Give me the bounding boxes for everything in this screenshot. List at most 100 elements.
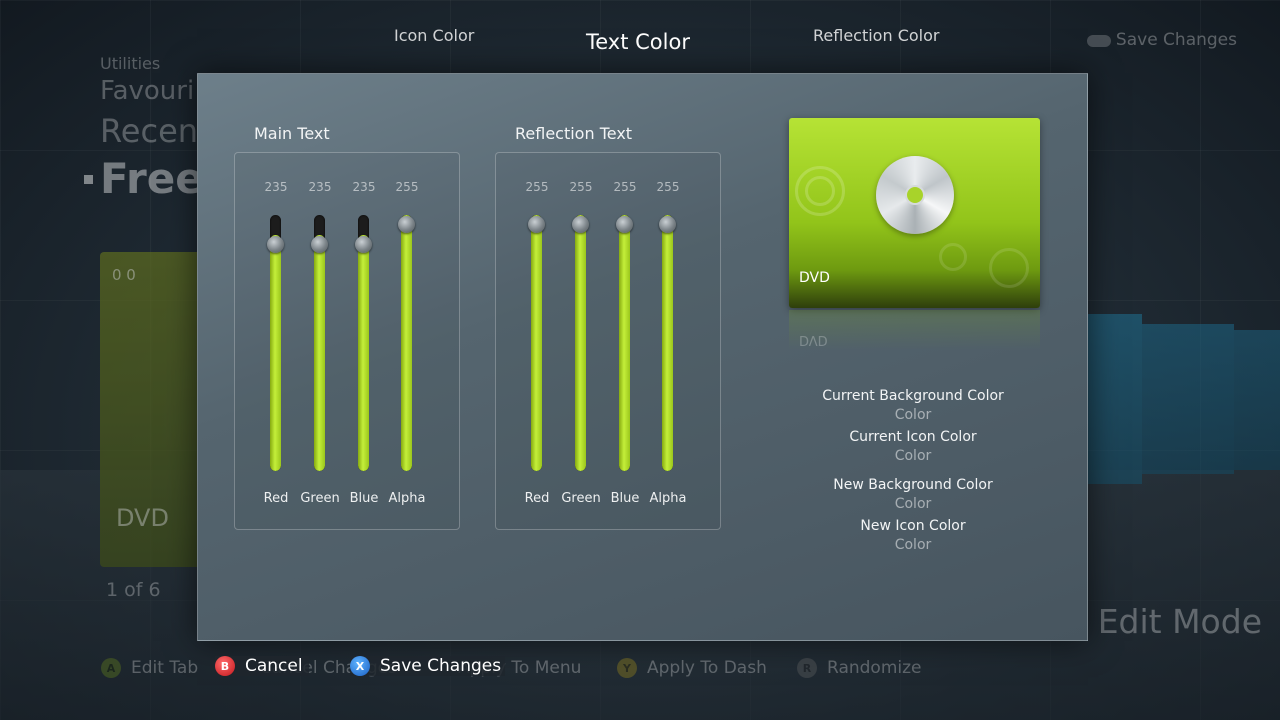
- edit-tab-label: Edit Tab: [131, 658, 199, 678]
- slider-track[interactable]: [358, 215, 369, 471]
- decoration-circle: [939, 243, 967, 271]
- bg-edit-tab-hint: A Edit Tab: [101, 658, 198, 678]
- bg-tile-right: [1080, 314, 1142, 484]
- main-text-title: Main Text: [254, 124, 330, 143]
- bg-menu-free: Free: [100, 154, 204, 203]
- slider-red[interactable]: 255 Red: [517, 153, 557, 529]
- bg-tile-right: [1234, 330, 1280, 470]
- bg-apply-dash-hint: Y Apply To Dash: [617, 658, 767, 678]
- slider-value: 235: [264, 180, 288, 194]
- slider-handle[interactable]: [616, 216, 633, 233]
- text-color-dialog: Main Text 235 Red 235 Green 235 Blue 255 Alpha …: [197, 73, 1088, 641]
- reflection-text-sliders: 255 Red 255 Green 255 Blue 255 Alpha: [495, 152, 721, 530]
- current-icon-color: Current Icon Color Color: [793, 429, 1033, 464]
- a-button-icon: A: [101, 658, 121, 678]
- x-button-icon: X: [350, 656, 370, 676]
- slider-green[interactable]: 235 Green: [300, 153, 340, 529]
- slider-track[interactable]: [662, 215, 673, 471]
- bg-randomize-hint: R Randomize: [797, 658, 922, 678]
- tab-reflection-color[interactable]: Reflection Color: [813, 26, 939, 45]
- slider-value: 255: [395, 180, 419, 194]
- slider-value: 255: [569, 180, 593, 194]
- current-background-color: Current Background Color Color: [793, 388, 1033, 423]
- slider-alpha[interactable]: 255 Alpha: [387, 153, 427, 529]
- slider-fill: [358, 235, 369, 471]
- slider-fill: [531, 215, 542, 471]
- slider-handle[interactable]: [267, 236, 284, 254]
- b-button-icon: B: [215, 656, 235, 676]
- bg-menu-utilities: Utilities: [100, 54, 161, 73]
- bg-tile-top-text: 0 0: [112, 266, 136, 284]
- main-text-sliders: 235 Red 235 Green 235 Blue 255 Alpha: [234, 152, 460, 530]
- slider-track[interactable]: [314, 215, 325, 471]
- bg-menu-bullet: [84, 175, 93, 184]
- slider-handle[interactable]: [659, 216, 676, 233]
- slider-value: 255: [525, 180, 549, 194]
- bg-tile-count: 1 of 6: [106, 579, 161, 601]
- slider-fill: [619, 215, 630, 471]
- tab-icon-color[interactable]: Icon Color: [394, 26, 474, 45]
- rb-button-icon: R: [797, 658, 817, 678]
- slider-handle[interactable]: [311, 236, 328, 254]
- current-icon-label: Current Icon Color: [849, 429, 977, 445]
- new-icon-value: Color: [894, 537, 932, 553]
- slider-fill: [314, 235, 325, 471]
- slider-green[interactable]: 255 Green: [561, 153, 601, 529]
- slider-fill: [662, 215, 673, 471]
- y-button-icon: Y: [617, 658, 637, 678]
- current-background-label: Current Background Color: [822, 388, 1004, 404]
- save-changes-button[interactable]: X Save Changes: [350, 656, 506, 676]
- new-icon-label: New Icon Color: [860, 518, 966, 534]
- disc-icon: [876, 156, 954, 234]
- save-changes-label: Save Changes: [380, 656, 502, 676]
- decoration-circle: [989, 248, 1029, 288]
- slider-handle[interactable]: [572, 216, 589, 233]
- new-icon-color: New Icon Color Color: [793, 518, 1033, 553]
- slider-track[interactable]: [575, 215, 586, 471]
- new-background-color: New Background Color Color: [793, 477, 1033, 512]
- preview-tile: DVD: [789, 118, 1040, 308]
- bg-save-changes-label: Save Changes: [1115, 30, 1237, 50]
- slider-handle[interactable]: [528, 216, 545, 233]
- tab-text-color[interactable]: Text Color: [586, 30, 690, 54]
- decoration-circle: [805, 176, 835, 206]
- reflection-text-title: Reflection Text: [515, 124, 633, 143]
- slider-track[interactable]: [401, 215, 412, 471]
- preview-title: DVD: [799, 270, 830, 286]
- slider-track[interactable]: [270, 215, 281, 471]
- new-background-label: New Background Color: [833, 477, 993, 493]
- new-background-value: Color: [894, 496, 932, 512]
- apply-dash-label: Apply To Dash: [647, 658, 767, 678]
- slider-value: 255: [656, 180, 680, 194]
- slider-red[interactable]: 235 Red: [256, 153, 296, 529]
- preview-reflection: DVD: [789, 310, 1040, 350]
- randomize-label: Randomize: [827, 658, 922, 678]
- bg-tile-right: [1142, 324, 1234, 474]
- current-background-value: Color: [894, 407, 932, 423]
- bg-menu-recent: Recen: [100, 112, 199, 150]
- bg-edit-mode-label: Edit Mode: [1097, 602, 1262, 641]
- slider-handle[interactable]: [355, 236, 372, 254]
- slider-label: Alpha: [388, 491, 426, 506]
- slider-fill: [401, 215, 412, 471]
- slider-handle[interactable]: [398, 216, 415, 233]
- slider-value: 255: [613, 180, 637, 194]
- disc-hole: [905, 185, 925, 205]
- bg-back-button-icon: [1087, 35, 1111, 47]
- slider-blue[interactable]: 255 Blue: [605, 153, 645, 529]
- preview-reflection-text: DVD: [799, 332, 828, 347]
- current-icon-value: Color: [894, 448, 932, 464]
- cancel-button[interactable]: B Cancel: [215, 656, 309, 676]
- slider-track[interactable]: [531, 215, 542, 471]
- slider-fill: [270, 235, 281, 471]
- bg-menu-favourites: Favouri: [100, 76, 195, 106]
- bg-dvd-tile: 0 0 DVD: [100, 252, 210, 567]
- slider-alpha[interactable]: 255 Alpha: [648, 153, 688, 529]
- bg-tile-dvd-text: DVD: [116, 504, 169, 532]
- slider-label: Alpha: [649, 491, 687, 506]
- slider-value: 235: [308, 180, 332, 194]
- slider-track[interactable]: [619, 215, 630, 471]
- cancel-label: Cancel: [245, 656, 303, 676]
- slider-blue[interactable]: 235 Blue: [344, 153, 384, 529]
- slider-value: 235: [352, 180, 376, 194]
